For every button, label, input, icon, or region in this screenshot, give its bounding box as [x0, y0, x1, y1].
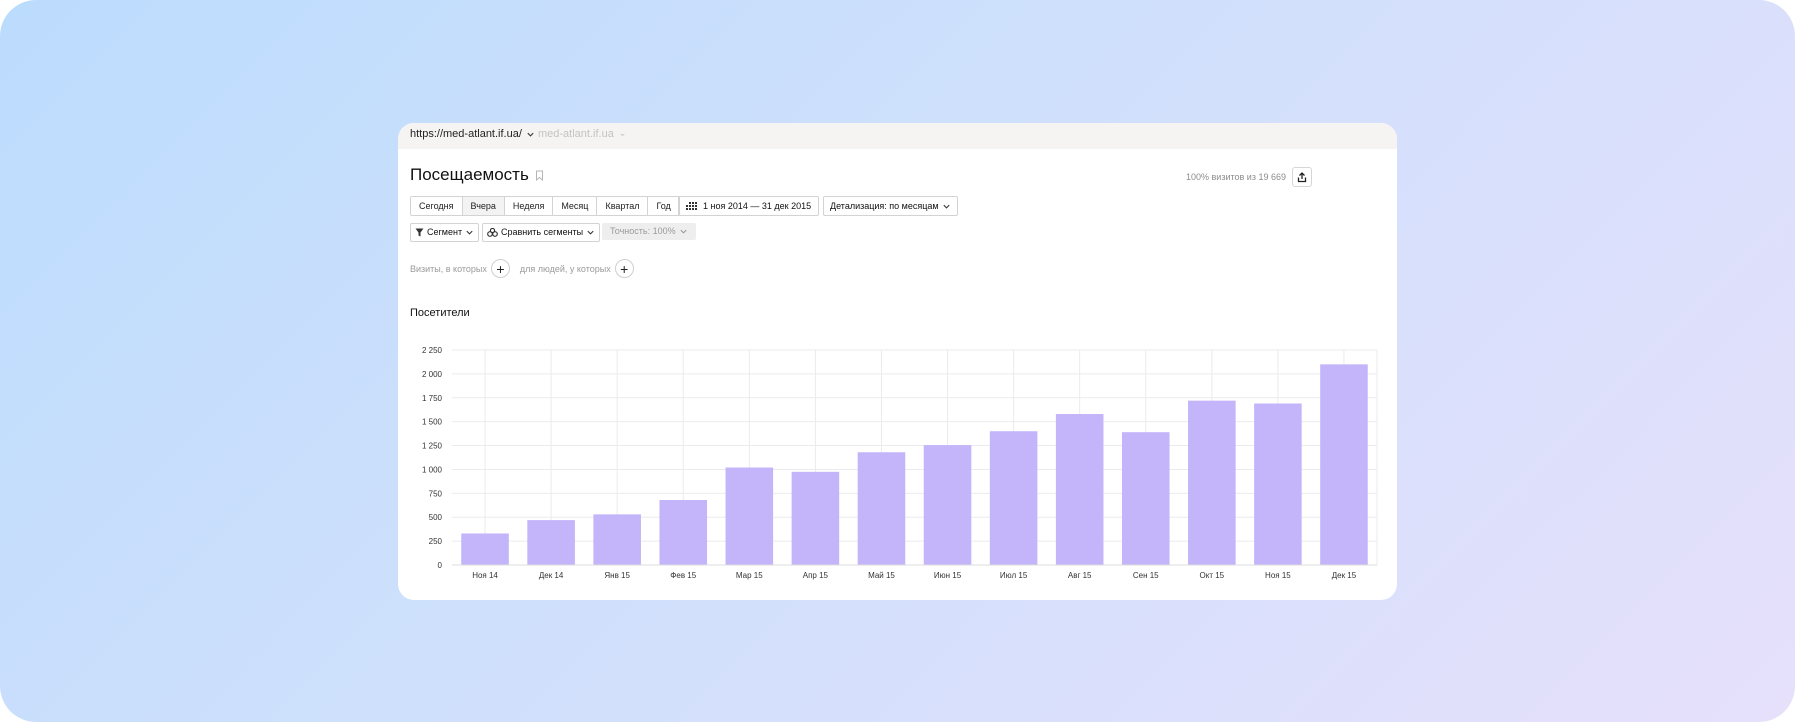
bar: [989, 431, 1038, 565]
x-tick-label: Ноя 15: [1265, 571, 1291, 580]
bar: [527, 520, 575, 565]
y-tick-label: 2 250: [422, 346, 443, 355]
bar: [791, 471, 840, 565]
bar: [659, 500, 708, 565]
bar: [461, 533, 509, 565]
y-tick-label: 0: [438, 561, 443, 570]
bar: [1254, 403, 1302, 565]
x-tick-label: Июн 15: [934, 571, 962, 580]
y-tick-label: 2 000: [422, 370, 443, 379]
report-window: https://med-atlant.if.ua/ med-atlant.if.…: [398, 123, 1397, 600]
bar: [923, 445, 972, 565]
bar: [1320, 364, 1368, 565]
x-tick-label: Сен 15: [1133, 571, 1159, 580]
bar: [1188, 400, 1236, 565]
x-tick-label: Янв 15: [604, 571, 630, 580]
x-tick-label: Ноя 14: [472, 571, 498, 580]
x-tick-label: Мар 15: [736, 571, 763, 580]
y-tick-label: 1 750: [422, 394, 443, 403]
bar: [593, 514, 641, 565]
y-tick-label: 1 000: [422, 465, 443, 474]
y-tick-label: 500: [429, 513, 443, 522]
x-tick-label: Дек 15: [1332, 571, 1357, 580]
x-tick-label: Авг 15: [1068, 571, 1092, 580]
x-tick-label: Дек 14: [539, 571, 564, 580]
x-tick-label: Фев 15: [670, 571, 696, 580]
x-tick-label: Апр 15: [803, 571, 829, 580]
x-tick-label: Июл 15: [1000, 571, 1028, 580]
y-tick-label: 1 250: [422, 442, 443, 451]
bar: [1121, 432, 1170, 565]
y-tick-label: 750: [429, 489, 443, 498]
visitors-bar-chart: 0 250 500 750 1 000 1 250 1 500 1 750 2 000 2 250…: [422, 346, 1378, 580]
y-tick-label: 1 500: [422, 418, 443, 427]
x-tick-label: Окт 15: [1200, 571, 1225, 580]
x-tick-label: Май 15: [868, 571, 895, 580]
bar: [1055, 414, 1104, 565]
bar: [725, 467, 774, 565]
y-tick-label: 250: [429, 537, 443, 546]
bar: [857, 452, 906, 565]
